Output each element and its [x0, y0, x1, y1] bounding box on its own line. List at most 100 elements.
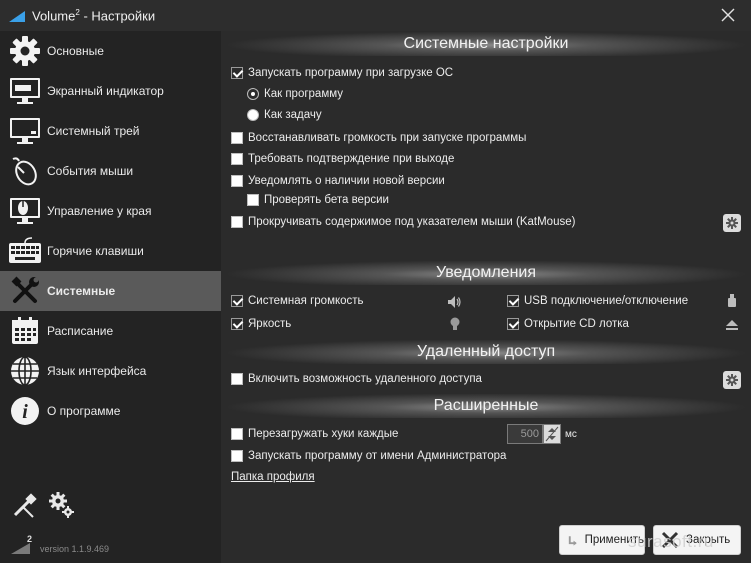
as-program-option[interactable]: Как программу	[247, 88, 343, 100]
as-program-radio[interactable]	[247, 88, 259, 100]
run-as-admin-option[interactable]: Запускать программу от имени Администрат…	[231, 450, 506, 462]
speaker-icon	[448, 296, 461, 308]
as-task-radio[interactable]	[247, 109, 259, 121]
hook-interval-unit: мс	[565, 429, 577, 440]
screen-edge-icon	[8, 194, 42, 228]
usb-icon	[728, 294, 736, 307]
sidebar-item-schedule[interactable]: Расписание	[0, 311, 221, 351]
sidebar-item-label: Расписание	[47, 324, 114, 338]
as-task-option[interactable]: Как задачу	[247, 109, 322, 121]
version-label: version 1.1.9.469	[40, 544, 110, 554]
eject-icon	[726, 320, 738, 330]
reload-hooks-label: Перезагружать хуки каждые	[248, 428, 399, 440]
usb-option[interactable]: USB подключение/отключение	[507, 295, 688, 307]
sidebar-item-tray[interactable]: Системный трей	[0, 111, 221, 151]
autostart-label: Запускать программу при загрузке ОС	[248, 67, 454, 79]
as-program-label: Как программу	[264, 88, 344, 100]
sidebar-item-general[interactable]: Основные	[0, 31, 221, 71]
check-beta-checkbox[interactable]	[247, 194, 259, 206]
keyboard-icon	[8, 234, 42, 268]
brightness-option[interactable]: Яркость	[231, 318, 291, 330]
brush-tool-icon[interactable]	[11, 493, 37, 519]
remote-access-option[interactable]: Включить возможность удаленного доступа	[231, 373, 482, 385]
section-title-notifications: Уведомления	[221, 261, 751, 285]
autostart-option[interactable]: Запускать программу при загрузке ОС	[231, 67, 453, 79]
system-volume-option[interactable]: Системная громкость	[231, 295, 364, 307]
cd-tray-checkbox[interactable]	[507, 318, 519, 330]
notify-update-checkbox[interactable]	[231, 175, 243, 187]
hook-interval-input[interactable]: 500	[507, 424, 543, 444]
volume-logo-icon	[11, 543, 30, 554]
sidebar-item-label: Язык интерфейса	[47, 364, 147, 378]
sidebar-item-label: Управление у края	[47, 204, 152, 218]
sidebar-item-language[interactable]: Язык интерфейса	[0, 351, 221, 391]
usb-label: USB подключение/отключение	[524, 295, 689, 307]
confirm-exit-label: Требовать подтверждение при выходе	[248, 153, 455, 165]
sidebar-item-mouse-events[interactable]: События мыши	[0, 151, 221, 191]
lightbulb-icon	[450, 317, 460, 330]
sidebar-item-label: Системный трей	[47, 124, 140, 138]
sidebar-item-system[interactable]: Системные	[0, 271, 221, 311]
tools-icon	[8, 274, 42, 308]
sidebar-item-hotkeys[interactable]: Горячие клавиши	[0, 231, 221, 271]
volume-app-icon	[9, 10, 25, 22]
as-task-label: Как задачу	[264, 109, 322, 121]
main-panel: Системные настройки Запускать программу …	[221, 31, 751, 563]
restore-volume-option[interactable]: Восстанавливать громкость при запуске пр…	[231, 132, 526, 144]
title-bar: Volume2 - Настройки	[0, 0, 751, 31]
gear-icon	[726, 374, 738, 386]
apply-icon	[568, 536, 577, 546]
hook-interval-stepper[interactable]	[543, 424, 561, 444]
sidebar-item-label: События мыши	[47, 164, 134, 178]
check-beta-option[interactable]: Проверять бета версии	[247, 194, 389, 206]
sidebar-item-screen-edge[interactable]: Управление у края	[0, 191, 221, 231]
monitor-tray-icon	[8, 114, 42, 148]
mouse-icon	[8, 154, 42, 188]
katmouse-label: Прокручивать содержимое под указателем м…	[248, 216, 576, 228]
check-beta-label: Проверять бета версии	[264, 194, 389, 206]
calendar-icon	[8, 314, 42, 348]
section-title-remote: Удаленный доступ	[221, 340, 751, 364]
notify-update-option[interactable]: Уведомлять о наличии новой версии	[231, 175, 445, 187]
remote-access-checkbox[interactable]	[231, 373, 243, 385]
run-as-admin-checkbox[interactable]	[231, 450, 243, 462]
close-icon[interactable]	[719, 6, 737, 24]
brightness-checkbox[interactable]	[231, 318, 243, 330]
info-icon: i	[8, 394, 42, 428]
sidebar-item-osd[interactable]: Экранный индикатор	[0, 71, 221, 111]
cd-tray-label: Открытие CD лотка	[524, 318, 629, 330]
reload-hooks-option[interactable]: Перезагружать хуки каждые	[231, 428, 398, 440]
svg-text:i: i	[22, 401, 28, 423]
restore-volume-checkbox[interactable]	[231, 132, 243, 144]
gears-settings-icon[interactable]	[48, 491, 74, 519]
sidebar-item-label: Экранный индикатор	[47, 84, 164, 98]
reload-hooks-checkbox[interactable]	[231, 428, 243, 440]
confirm-exit-option[interactable]: Требовать подтверждение при выходе	[231, 153, 454, 165]
autostart-checkbox[interactable]	[231, 67, 243, 79]
katmouse-checkbox[interactable]	[231, 216, 243, 228]
remote-access-label: Включить возможность удаленного доступа	[248, 373, 482, 385]
remote-settings-button[interactable]	[723, 371, 741, 389]
brightness-label: Яркость	[248, 318, 292, 330]
monitor-indicator-icon	[8, 74, 42, 108]
section-title-system: Системные настройки	[221, 32, 751, 56]
window-title: Volume2 - Настройки	[32, 7, 156, 24]
sidebar-item-about[interactable]: i О программе	[0, 391, 221, 431]
gear-icon	[726, 217, 738, 229]
globe-icon	[8, 354, 42, 388]
confirm-exit-checkbox[interactable]	[231, 153, 243, 165]
profile-folder-link[interactable]: Папка профиля	[231, 471, 315, 483]
sidebar-item-label: Системные	[47, 284, 116, 298]
katmouse-option[interactable]: Прокручивать содержимое под указателем м…	[231, 216, 575, 228]
katmouse-settings-button[interactable]	[723, 214, 741, 232]
version-mark: 2	[27, 534, 33, 544]
sidebar: Основные Экранный индикатор Системный тр…	[0, 31, 221, 563]
system-volume-checkbox[interactable]	[231, 295, 243, 307]
gear-icon	[8, 34, 42, 68]
sidebar-item-label: О программе	[47, 404, 121, 418]
sidebar-item-label: Основные	[47, 44, 104, 58]
usb-checkbox[interactable]	[507, 295, 519, 307]
system-volume-label: Системная громкость	[248, 295, 364, 307]
cd-tray-option[interactable]: Открытие CD лотка	[507, 318, 629, 330]
restore-volume-label: Восстанавливать громкость при запуске пр…	[248, 132, 527, 144]
